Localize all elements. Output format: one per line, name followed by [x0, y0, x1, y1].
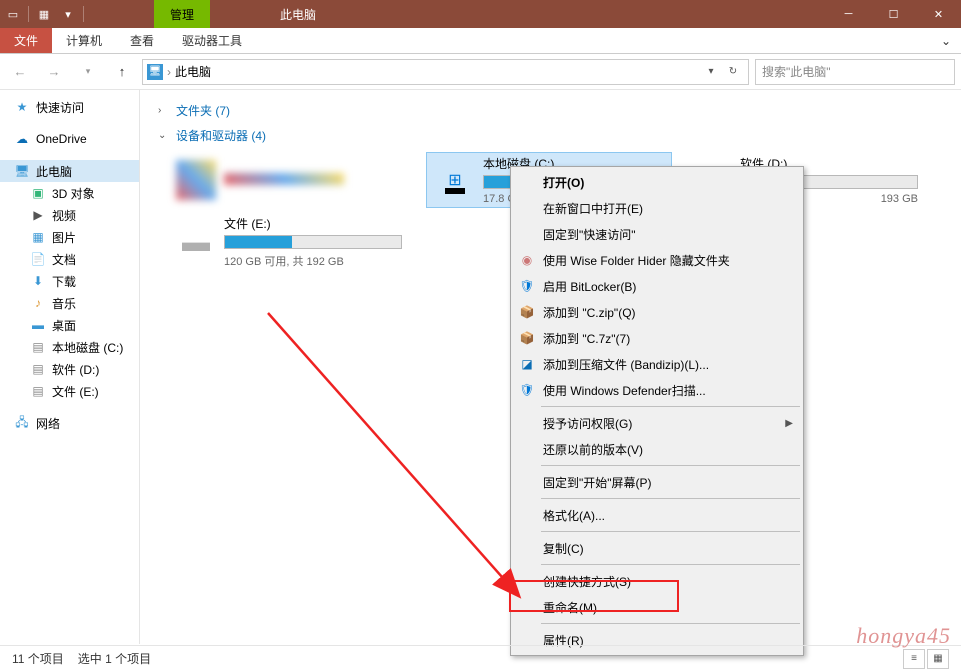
- sidebar-this-pc[interactable]: 🖥此电脑: [0, 160, 139, 182]
- drive-name: 文件 (E:): [224, 215, 402, 232]
- picture-icon: ▦: [30, 229, 46, 245]
- defender-icon: 🛡: [519, 382, 535, 398]
- nav-recent-button[interactable]: ▾: [74, 58, 102, 86]
- drive-icon: ▤: [30, 361, 46, 377]
- sidebar-onedrive[interactable]: ☁OneDrive: [0, 128, 139, 150]
- nav-up-button[interactable]: ↑: [108, 58, 136, 86]
- eye-icon: ◉: [519, 252, 535, 268]
- menu-wise-hider[interactable]: ◉使用 Wise Folder Hider 隐藏文件夹: [513, 247, 801, 273]
- sidebar-item-videos[interactable]: ▶视频: [0, 204, 139, 226]
- removable-drive-icon: [176, 160, 216, 200]
- quick-access-toolbar: ▭ ▦ ▾: [0, 3, 88, 25]
- sidebar-quick-access[interactable]: ★快速访问: [0, 96, 139, 118]
- sidebar-item-3d[interactable]: ▣3D 对象: [0, 182, 139, 204]
- menu-copy[interactable]: 复制(C): [513, 535, 801, 561]
- close-button[interactable]: ✕: [916, 0, 961, 28]
- menu-add-czip[interactable]: 📦添加到 "C.zip"(Q): [513, 299, 801, 325]
- chevron-down-icon: ⌄: [158, 130, 170, 141]
- nav-back-button[interactable]: ←: [6, 58, 34, 86]
- cube-icon: ▣: [30, 185, 46, 201]
- navigation-pane: ★快速访问 ☁OneDrive 🖥此电脑 ▣3D 对象 ▶视频 ▦图片 📄文档 …: [0, 90, 140, 644]
- status-selected-count: 选中 1 个项目: [78, 650, 151, 667]
- capacity-bar: [224, 235, 402, 249]
- download-icon: ⬇: [30, 273, 46, 289]
- music-icon: ♪: [30, 295, 46, 311]
- chevron-right-icon: ›: [158, 105, 170, 116]
- desktop-icon: ▬: [30, 317, 46, 333]
- drive-icon: ▬: [176, 222, 216, 262]
- network-icon: 🖧: [14, 415, 30, 431]
- contextual-tab-label: 管理: [154, 0, 210, 28]
- cloud-icon: ☁: [14, 131, 30, 147]
- group-header-folders[interactable]: ›文件夹 (7): [158, 102, 951, 119]
- menu-format[interactable]: 格式化(A)...: [513, 502, 801, 528]
- tab-view[interactable]: 查看: [116, 28, 168, 53]
- menu-defender[interactable]: 🛡使用 Windows Defender扫描...: [513, 377, 801, 403]
- sidebar-item-drive-e[interactable]: ▤文件 (E:): [0, 380, 139, 402]
- refresh-button[interactable]: ↻: [722, 61, 744, 83]
- search-placeholder: 搜索"此电脑": [762, 63, 831, 80]
- address-history-button[interactable]: ▾: [700, 61, 722, 83]
- windows-drive-icon: ⊞▬: [435, 160, 475, 200]
- explorer-icon[interactable]: ▭: [2, 3, 24, 25]
- nav-forward-button: →: [40, 58, 68, 86]
- sidebar-item-drive-c[interactable]: ▤本地磁盘 (C:): [0, 336, 139, 358]
- drive-freespace: 120 GB 可用, 共 192 GB: [224, 253, 402, 269]
- menu-add-c7z[interactable]: 📦添加到 "C.7z"(7): [513, 325, 801, 351]
- menu-create-shortcut[interactable]: 创建快捷方式(S): [513, 568, 801, 594]
- menu-open[interactable]: 打开(O): [513, 169, 801, 195]
- menu-pin-quick[interactable]: 固定到"快速访问": [513, 221, 801, 247]
- star-icon: ★: [14, 99, 30, 115]
- drive-removable[interactable]: [168, 152, 414, 208]
- menu-bitlocker[interactable]: 🛡启用 BitLocker(B): [513, 273, 801, 299]
- title-bar: ▭ ▦ ▾ 管理 此电脑 ─ ☐ ✕: [0, 0, 961, 28]
- bandizip-icon: ◪: [519, 356, 535, 372]
- sidebar-item-music[interactable]: ♪音乐: [0, 292, 139, 314]
- menu-pin-start[interactable]: 固定到"开始"屏幕(P): [513, 469, 801, 495]
- sidebar-network[interactable]: 🖧网络: [0, 412, 139, 434]
- tab-computer[interactable]: 计算机: [52, 28, 116, 53]
- drive-e[interactable]: ▬ 文件 (E:) 120 GB 可用, 共 192 GB: [168, 214, 414, 270]
- menu-bandizip[interactable]: ◪添加到压缩文件 (Bandizip)(L)...: [513, 351, 801, 377]
- tab-file[interactable]: 文件: [0, 28, 52, 53]
- status-item-count: 11 个项目: [12, 650, 64, 667]
- minimize-button[interactable]: ─: [826, 0, 871, 28]
- sidebar-item-drive-d[interactable]: ▤软件 (D:): [0, 358, 139, 380]
- drive-icon: ▤: [30, 383, 46, 399]
- group-header-drives[interactable]: ⌄设备和驱动器 (4): [158, 127, 951, 144]
- sidebar-item-downloads[interactable]: ⬇下载: [0, 270, 139, 292]
- search-input[interactable]: 搜索"此电脑": [755, 59, 955, 85]
- menu-grant-access[interactable]: 授予访问权限(G)▶: [513, 410, 801, 436]
- document-icon: 📄: [30, 251, 46, 267]
- view-details-button[interactable]: ≡: [903, 649, 925, 669]
- video-icon: ▶: [30, 207, 46, 223]
- ribbon-expand-button[interactable]: ⌄: [931, 28, 961, 53]
- address-bar: ← → ▾ ↑ 🖥 › 此电脑 ▾ ↻ 搜索"此电脑": [0, 54, 961, 90]
- address-box[interactable]: 🖥 › 此电脑 ▾ ↻: [142, 59, 749, 85]
- context-menu: 打开(O) 在新窗口中打开(E) 固定到"快速访问" ◉使用 Wise Fold…: [510, 166, 804, 656]
- shield-icon: 🛡: [519, 278, 535, 294]
- pc-icon: 🖥: [14, 163, 30, 179]
- archive-icon: 📦: [519, 304, 535, 320]
- menu-open-new-window[interactable]: 在新窗口中打开(E): [513, 195, 801, 221]
- status-bar: 11 个项目 选中 1 个项目 ≡ ▦: [0, 645, 961, 671]
- menu-restore-version[interactable]: 还原以前的版本(V): [513, 436, 801, 462]
- breadcrumb[interactable]: 此电脑: [171, 63, 215, 80]
- pc-icon: 🖥: [147, 64, 163, 80]
- qat-properties-icon[interactable]: ▦: [33, 3, 55, 25]
- qat-dropdown-icon[interactable]: ▾: [57, 3, 79, 25]
- tab-drive-tools[interactable]: 驱动器工具: [168, 28, 256, 53]
- chevron-right-icon: ▶: [785, 418, 793, 429]
- view-icons-button[interactable]: ▦: [927, 649, 949, 669]
- sidebar-item-documents[interactable]: 📄文档: [0, 248, 139, 270]
- maximize-button[interactable]: ☐: [871, 0, 916, 28]
- ribbon-tabs: 文件 计算机 查看 驱动器工具 ⌄: [0, 28, 961, 54]
- sidebar-item-desktop[interactable]: ▬桌面: [0, 314, 139, 336]
- archive-icon: 📦: [519, 330, 535, 346]
- sidebar-item-pictures[interactable]: ▦图片: [0, 226, 139, 248]
- window-title: 此电脑: [280, 6, 316, 23]
- menu-rename[interactable]: 重命名(M): [513, 594, 801, 620]
- drive-icon: ▤: [30, 339, 46, 355]
